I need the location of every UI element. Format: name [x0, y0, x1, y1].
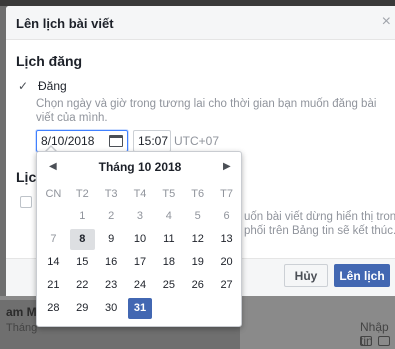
- calendar-day: 1: [79, 210, 86, 222]
- calendar-day[interactable]: 29: [70, 298, 95, 319]
- calendar-day[interactable]: 15: [70, 252, 95, 273]
- section-title-schedule: Lịch đăng: [16, 53, 83, 69]
- section-title-stop: Lịc: [16, 169, 37, 185]
- calendar-day[interactable]: 27: [214, 275, 239, 296]
- calendar-day[interactable]: 16: [99, 252, 124, 273]
- calendar-day[interactable]: 12: [185, 229, 210, 250]
- calendar-day[interactable]: 18: [156, 252, 181, 273]
- calendar-day: 6: [223, 210, 230, 222]
- stop-distribution-hint: uốn bài viết dừng hiển thị trong phối tr…: [244, 211, 395, 237]
- calendar-day: 5: [194, 210, 201, 222]
- stop-distribution-checkbox[interactable]: [20, 196, 32, 208]
- calendar-day[interactable]: 21: [41, 275, 66, 296]
- dialog-title: Lên lịch bài viết: [16, 16, 114, 31]
- calendar-day: 7: [50, 233, 57, 245]
- schedule-button[interactable]: Lên lịch: [334, 264, 390, 287]
- checkmark-icon[interactable]: ✓: [18, 79, 30, 93]
- calendar-icon[interactable]: [109, 135, 123, 147]
- calendar-day[interactable]: 14: [41, 252, 66, 273]
- calendar-day: 3: [136, 210, 144, 222]
- calendar-day[interactable]: 9: [99, 229, 124, 250]
- calendar-day[interactable]: 25: [156, 275, 181, 296]
- weekday-header: T3: [104, 188, 118, 200]
- photo-icon: [360, 336, 372, 346]
- weekday-header: T4: [133, 188, 147, 200]
- next-month-icon[interactable]: ▶: [223, 161, 231, 172]
- calendar-day[interactable]: 22: [70, 275, 95, 296]
- calendar-day[interactable]: 23: [99, 275, 124, 296]
- weekday-header: CN: [45, 188, 62, 200]
- calendar-day[interactable]: 10: [128, 229, 153, 250]
- close-icon[interactable]: ×: [382, 14, 391, 30]
- calendar-day[interactable]: 19: [185, 252, 210, 273]
- calendar-day[interactable]: 28: [41, 298, 66, 319]
- publish-option[interactable]: ✓ Đăng: [18, 79, 67, 93]
- calendar-day[interactable]: 13: [214, 229, 239, 250]
- calendar-day[interactable]: 24: [128, 275, 153, 296]
- date-picker: ◀ Tháng 10 2018 ▶ CN T2 T3 T4 T5 T6 T7 1 2 3 4 5 6 7 8…: [36, 151, 242, 327]
- background-icons: [360, 336, 390, 346]
- publish-label: Đăng: [38, 79, 67, 93]
- cancel-button[interactable]: Hủy: [284, 264, 328, 287]
- calendar-day[interactable]: 8: [69, 229, 95, 250]
- calendar-day[interactable]: 20: [214, 252, 239, 273]
- calendar-day[interactable]: 30: [99, 298, 124, 319]
- calendar-day[interactable]: 11: [156, 229, 181, 250]
- weekday-header: T6: [191, 188, 205, 200]
- calendar-day[interactable]: 17: [128, 252, 153, 273]
- dialog-header: Lên lịch bài viết ×: [6, 6, 395, 40]
- background-text: am M: [6, 305, 37, 319]
- attachment-icon: [378, 336, 390, 346]
- weekday-header: T2: [75, 188, 89, 200]
- background-text: Tháng: [6, 322, 38, 334]
- timezone-label: UTC+07: [174, 134, 220, 148]
- calendar-grid: CN T2 T3 T4 T5 T6 T7 1 2 3 4 5 6 7 8 9 10 11 12 13 14 15 16 17 1…: [39, 184, 241, 319]
- calendar-day[interactable]: 31: [127, 298, 153, 319]
- time-input[interactable]: 15:07: [133, 130, 171, 152]
- calendar-day: 4: [165, 210, 172, 222]
- weekday-header: T7: [220, 188, 233, 200]
- weekday-header: T5: [162, 188, 176, 200]
- publish-hint: Chọn ngày và giờ trong tương lai cho thờ…: [36, 98, 377, 124]
- calendar-day[interactable]: 26: [185, 275, 210, 296]
- calendar-month-label: Tháng 10 2018: [98, 160, 182, 174]
- calendar-day: 2: [108, 210, 115, 222]
